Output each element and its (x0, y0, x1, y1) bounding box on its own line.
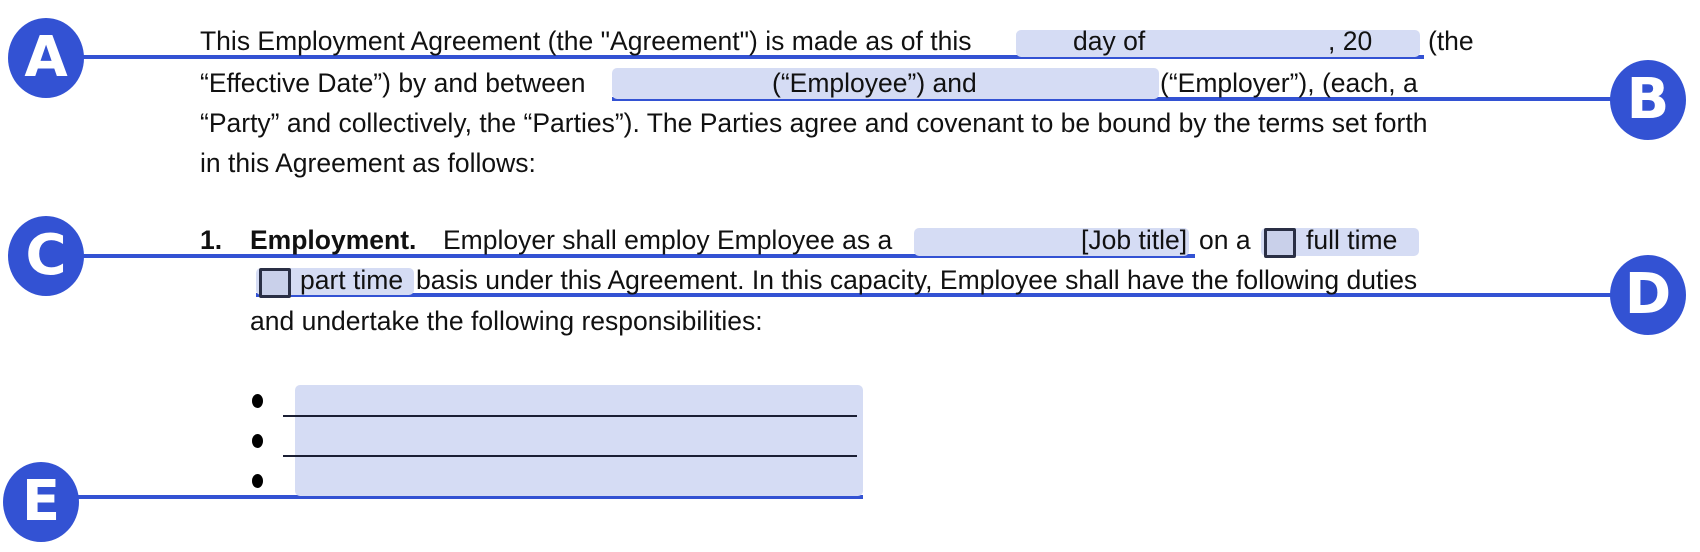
employer-label: (“Employer”), (each, a (1160, 68, 1418, 98)
section-heading: Employment. (250, 225, 417, 255)
employee-label: (“Employee”) and (772, 68, 977, 98)
day-of-label: day of (1073, 26, 1146, 56)
responsibility-line-1 (283, 415, 857, 417)
marker-d: D (1610, 255, 1686, 335)
section-text-1: Employer shall employ Employee as a (443, 225, 893, 255)
intro-line-3: “Party” and collectively, the “Parties”)… (200, 108, 1428, 138)
job-title-placeholder: [Job title] (1081, 225, 1188, 255)
intro-line-4: in this Agreement as follows: (200, 148, 536, 178)
section-text-3: and undertake the following responsibili… (250, 306, 763, 336)
bullet-2 (252, 434, 263, 448)
bullet-1 (252, 394, 263, 408)
part-time-checkbox[interactable] (259, 268, 291, 298)
full-time-checkbox[interactable] (1264, 228, 1296, 258)
responsibilities-field[interactable] (295, 385, 863, 496)
bullet-3 (252, 474, 263, 488)
marker-a: A (8, 18, 84, 98)
responsibility-line-2 (283, 455, 857, 457)
section-text-2: basis under this Agreement. In this capa… (416, 265, 1418, 295)
part-time-label: part time (300, 265, 404, 295)
section-number: 1. (200, 225, 223, 255)
year-prefix: , 20 (1328, 26, 1373, 56)
marker-e: E (3, 462, 79, 542)
full-time-label: full time (1306, 225, 1398, 255)
on-a-label: on a (1199, 225, 1251, 255)
intro-line-2: “Effective Date”) by and between (200, 68, 586, 98)
intro-line-1-end: (the (1428, 26, 1474, 56)
marker-c: C (8, 216, 84, 296)
marker-b: B (1610, 60, 1686, 140)
intro-line-1: This Employment Agreement (the "Agreemen… (200, 26, 972, 56)
